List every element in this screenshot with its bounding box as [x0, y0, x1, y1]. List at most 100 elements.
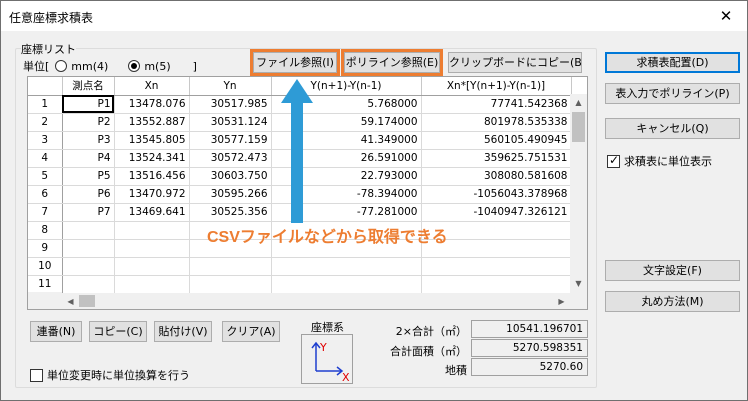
xn-cell[interactable]: 13552.887	[114, 113, 190, 132]
point-name-cell[interactable]: P4	[62, 149, 115, 168]
place-table-button[interactable]: 求積表配置(D)	[605, 52, 740, 73]
row-number: 8	[28, 221, 63, 240]
yn-cell[interactable]: 30572.473	[189, 149, 272, 168]
polyline-reference-button[interactable]: ポリライン参照(E)	[341, 49, 443, 76]
xn-cell[interactable]: 13478.076	[114, 95, 190, 114]
point-name-cell[interactable]: P6	[62, 185, 115, 204]
product-cell[interactable]	[421, 257, 572, 276]
copy-button[interactable]: コピー(C)	[89, 321, 147, 342]
cancel-button[interactable]: キャンセル(Q)	[605, 118, 740, 139]
xn-cell[interactable]: 13516.456	[114, 167, 190, 186]
unit-selector: 単位[ mm(4) m(5) ]	[23, 58, 197, 74]
file-reference-button[interactable]: ファイル参照(I)	[250, 49, 340, 76]
yn-cell[interactable]	[189, 257, 272, 276]
xn-cell[interactable]: 13524.341	[114, 149, 190, 168]
sequence-button[interactable]: 連番(N)	[30, 321, 82, 342]
point-name-cell[interactable]: P5	[62, 167, 115, 186]
coord-system-label: 座標系	[311, 321, 344, 334]
axis-x-label: X	[342, 371, 350, 383]
product-cell[interactable]	[421, 275, 572, 294]
horizontal-scroll-thumb[interactable]	[79, 295, 95, 307]
vertical-scrollbar[interactable]: ▲ ▼	[570, 94, 587, 292]
dy-cell[interactable]	[271, 275, 422, 294]
point-name-cell[interactable]	[62, 221, 115, 240]
total-area-value: 5270.598351	[471, 339, 588, 357]
scroll-right-icon[interactable]: ▶	[553, 293, 570, 310]
xn-cell[interactable]: 13469.641	[114, 203, 190, 222]
scroll-up-icon[interactable]: ▲	[570, 94, 587, 111]
yn-cell[interactable]	[189, 275, 272, 294]
row-number: 10	[28, 257, 63, 276]
scroll-left-icon[interactable]: ◀	[62, 293, 79, 310]
row-number: 2	[28, 113, 63, 132]
yn-cell[interactable]: 30525.356	[189, 203, 272, 222]
row-number-header	[28, 77, 63, 96]
copy-to-clipboard-button[interactable]: クリップボードにコピー(B)	[448, 52, 582, 73]
row-number: 3	[28, 131, 63, 150]
scroll-down-icon[interactable]: ▼	[570, 275, 587, 292]
total-area-label: 合計面積（㎡）	[390, 345, 467, 358]
xn-cell[interactable]	[114, 239, 190, 258]
xn-cell[interactable]: 13545.805	[114, 131, 190, 150]
yn-cell[interactable]: 30603.750	[189, 167, 272, 186]
row-number: 6	[28, 185, 63, 204]
unit-m-radio[interactable]	[128, 60, 141, 72]
point-name-cell[interactable]: P3	[62, 131, 115, 150]
dialog-window: 任意座標求積表 ✕ 座標リスト 単位[ mm(4) m(5) ] ファイル参照(…	[0, 0, 748, 401]
row-number: 5	[28, 167, 63, 186]
font-settings-button[interactable]: 文字設定(F)	[605, 260, 740, 281]
point-name-cell[interactable]	[62, 275, 115, 294]
rounding-method-button[interactable]: 丸め方法(M)	[605, 291, 740, 312]
point-name-cell[interactable]	[62, 257, 115, 276]
xn-cell[interactable]	[114, 275, 190, 294]
unit-mm-label: mm(4)	[71, 59, 109, 73]
unit-prefix: 単位[	[23, 60, 50, 73]
yn-cell[interactable]: 30577.159	[189, 131, 272, 150]
product-cell[interactable]: 308080.581608	[421, 167, 572, 186]
xn-cell[interactable]	[114, 221, 190, 240]
column-header[interactable]: Xn*[Y(n+1)-Y(n-1)]	[421, 77, 572, 96]
product-cell[interactable]: -1056043.378968	[421, 185, 572, 204]
show-unit-label: 求積表に単位表示	[624, 155, 712, 168]
yn-cell[interactable]: 30595.266	[189, 185, 272, 204]
point-name-cell[interactable]	[62, 239, 115, 258]
unit-convert-checkbox[interactable]	[30, 368, 43, 382]
unit-convert-option[interactable]: 単位変更時に単位換算を行う	[30, 367, 190, 383]
product-cell[interactable]: 77741.542368	[421, 95, 572, 114]
paste-button[interactable]: 貼付け(V)	[154, 321, 212, 342]
column-header[interactable]: 測点名	[62, 77, 115, 96]
unit-mm-radio[interactable]	[55, 60, 68, 72]
horizontal-scrollbar[interactable]: ◀ ▶	[62, 293, 570, 309]
row-number: 11	[28, 275, 63, 294]
yn-cell[interactable]: 30517.985	[189, 95, 272, 114]
xn-cell[interactable]	[114, 257, 190, 276]
scrollbar-spacer	[28, 292, 62, 309]
product-cell[interactable]: 359625.751531	[421, 149, 572, 168]
coord-list-label: 座標リスト	[21, 41, 76, 57]
vertical-scroll-thumb[interactable]	[572, 112, 585, 142]
annotation-arrow-icon	[281, 79, 313, 223]
unit-convert-label: 単位変更時に単位換算を行う	[47, 369, 190, 382]
show-unit-option[interactable]: 求積表に単位表示	[607, 153, 712, 169]
annotation-text: CSVファイルなどから取得できる	[207, 229, 448, 246]
table-row[interactable]: 10	[28, 257, 572, 276]
land-area-label: 地積	[445, 364, 467, 377]
xn-cell[interactable]: 13470.972	[114, 185, 190, 204]
product-cell[interactable]: 560105.490945	[421, 131, 572, 150]
column-header[interactable]: Yn	[189, 77, 272, 96]
clear-button[interactable]: クリア(A)	[222, 321, 280, 342]
point-name-cell[interactable]: P7	[62, 203, 115, 222]
point-name-cell[interactable]: P1	[62, 95, 115, 114]
table-polyline-button[interactable]: 表入力でポリライン(P)	[605, 83, 740, 104]
column-header[interactable]: Xn	[114, 77, 190, 96]
dy-cell[interactable]	[271, 257, 422, 276]
close-icon[interactable]: ✕	[711, 5, 741, 27]
table-row[interactable]: 11	[28, 275, 572, 294]
yn-cell[interactable]: 30531.124	[189, 113, 272, 132]
coord-system-diagram: Y X	[301, 334, 353, 384]
unit-m-label: m(5)	[144, 59, 171, 73]
show-unit-checkbox[interactable]	[607, 153, 620, 168]
point-name-cell[interactable]: P2	[62, 113, 115, 132]
product-cell[interactable]: -1040947.326121	[421, 203, 572, 222]
product-cell[interactable]: 801978.535338	[421, 113, 572, 132]
